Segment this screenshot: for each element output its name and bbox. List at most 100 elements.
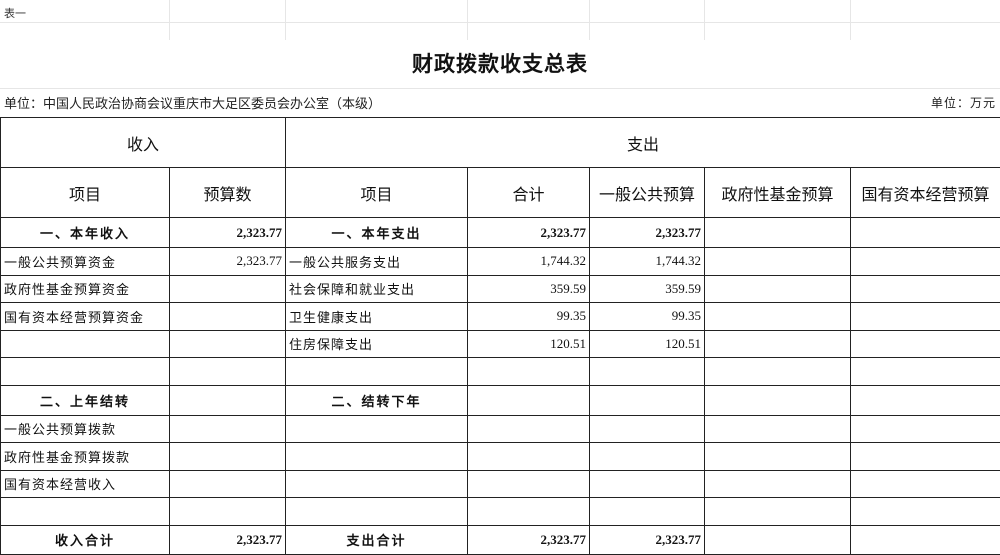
income-value: [170, 498, 286, 526]
expense-fund: [705, 385, 851, 415]
expense-item: [286, 415, 468, 443]
income-item: 国有资本经营收入: [1, 470, 170, 498]
expense-total: 99.35: [468, 303, 590, 331]
expense-total-label: 支出合计: [286, 525, 468, 554]
expense-total: [468, 443, 590, 471]
expense-fund: [705, 303, 851, 331]
expense-total: 120.51: [468, 330, 590, 358]
header-item-expense: 项目: [286, 168, 468, 218]
budget-table: 收入 支出 项目 预算数 项目 合计 一般公共预算 政府性基金预算 国有资本经营…: [0, 117, 1000, 555]
income-item: 政府性基金预算拨款: [1, 443, 170, 471]
income-value: 2,323.77: [170, 248, 286, 276]
expense-general: [590, 498, 705, 526]
expense-state: [851, 275, 1000, 303]
expense-state: [851, 248, 1000, 276]
expense-item: 社会保障和就业支出: [286, 275, 468, 303]
expense-total: [468, 385, 590, 415]
header-item: 项目: [1, 168, 170, 218]
expense-general: [590, 470, 705, 498]
expense-item: 住房保障支出: [286, 330, 468, 358]
income-item: 国有资本经营预算资金: [1, 303, 170, 331]
expense-total: [468, 470, 590, 498]
table-row: [1, 498, 1000, 526]
expense-item: 二、结转下年: [286, 385, 468, 415]
income-value: [170, 415, 286, 443]
unit-organization: 单位：中国人民政治协商会议重庆市大足区委员会办公室（本级）: [4, 93, 381, 112]
income-item: [1, 330, 170, 358]
expense-total: 2,323.77: [468, 218, 590, 248]
income-item: 一般公共预算拨款: [1, 415, 170, 443]
income-item: [1, 358, 170, 386]
table-row: 政府性基金预算资金 社会保障和就业支出 359.59 359.59: [1, 275, 1000, 303]
table-row: [1, 358, 1000, 386]
expense-item: [286, 358, 468, 386]
expense-fund: [705, 498, 851, 526]
expense-general: 120.51: [590, 330, 705, 358]
expense-fund: [705, 415, 851, 443]
expense-state: [851, 303, 1000, 331]
income-total-value: 2,323.77: [170, 525, 286, 554]
income-item: 一般公共预算资金: [1, 248, 170, 276]
expense-general: [590, 385, 705, 415]
expense-state: [851, 415, 1000, 443]
income-value: [170, 358, 286, 386]
table-row: 住房保障支出 120.51 120.51: [1, 330, 1000, 358]
expense-fund: [705, 358, 851, 386]
expense-state: [851, 218, 1000, 248]
expense-total: [468, 358, 590, 386]
table-row: 国有资本经营预算资金 卫生健康支出 99.35 99.35: [1, 303, 1000, 331]
expense-item: [286, 443, 468, 471]
expense-item: [286, 470, 468, 498]
table-row: 一般公共预算拨款: [1, 415, 1000, 443]
header-total: 合计: [468, 168, 590, 218]
expense-fund: [705, 470, 851, 498]
expense-state: [851, 358, 1000, 386]
income-value: [170, 303, 286, 331]
header-expense: 支出: [286, 118, 1000, 168]
header-income: 收入: [1, 118, 286, 168]
unit-currency: 单位：万元: [931, 94, 996, 111]
expense-total: [468, 498, 590, 526]
table-row: 政府性基金预算拨款: [1, 443, 1000, 471]
expense-state: [851, 498, 1000, 526]
expense-fund: [705, 330, 851, 358]
income-item: [1, 498, 170, 526]
income-value: [170, 385, 286, 415]
expense-state-total: [851, 525, 1000, 554]
expense-general: 99.35: [590, 303, 705, 331]
header-fund: 政府性基金预算: [705, 168, 851, 218]
header-state: 国有资本经营预算: [851, 168, 1000, 218]
expense-general: 359.59: [590, 275, 705, 303]
expense-fund: [705, 275, 851, 303]
expense-state: [851, 385, 1000, 415]
income-item: 政府性基金预算资金: [1, 275, 170, 303]
income-value: 2,323.77: [170, 218, 286, 248]
expense-general: [590, 443, 705, 471]
table-row: 国有资本经营收入: [1, 470, 1000, 498]
expense-state: [851, 443, 1000, 471]
header-row-2: 项目 预算数 项目 合计 一般公共预算 政府性基金预算 国有资本经营预算: [1, 168, 1000, 218]
expense-total: 359.59: [468, 275, 590, 303]
expense-item: 一般公共服务支出: [286, 248, 468, 276]
expense-general: [590, 358, 705, 386]
expense-general: 2,323.77: [590, 218, 705, 248]
header-general: 一般公共预算: [590, 168, 705, 218]
expense-fund: [705, 248, 851, 276]
sheet-label: 表一: [4, 5, 26, 21]
expense-item: 卫生健康支出: [286, 303, 468, 331]
expense-fund-total: [705, 525, 851, 554]
expense-general: 1,744.32: [590, 248, 705, 276]
expense-fund: [705, 218, 851, 248]
income-item: 二、上年结转: [1, 385, 170, 415]
income-value: [170, 443, 286, 471]
header-budget: 预算数: [170, 168, 286, 218]
income-value: [170, 275, 286, 303]
income-value: [170, 330, 286, 358]
expense-state: [851, 470, 1000, 498]
expense-fund: [705, 443, 851, 471]
expense-item: [286, 498, 468, 526]
income-value: [170, 470, 286, 498]
totals-row: 收入合计 2,323.77 支出合计 2,323.77 2,323.77: [1, 525, 1000, 554]
expense-item: 一、本年支出: [286, 218, 468, 248]
table-row: 二、上年结转 二、结转下年: [1, 385, 1000, 415]
